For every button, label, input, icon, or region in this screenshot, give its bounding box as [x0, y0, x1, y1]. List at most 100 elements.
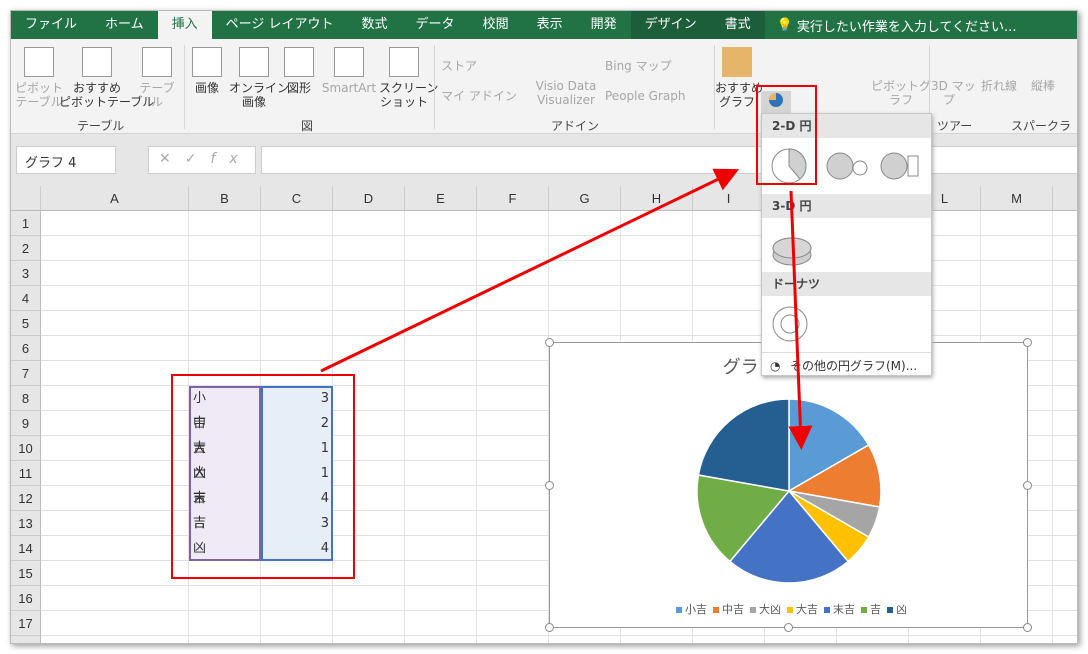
lightbulb-icon: 💡 — [776, 17, 793, 33]
row-header[interactable]: 6 — [11, 336, 41, 361]
pie-3d-options — [762, 218, 931, 272]
row-header[interactable]: 1 — [11, 211, 41, 236]
tab-page-layout[interactable]: ページ レイアウト — [212, 11, 348, 39]
pie-slice-6[interactable] — [697, 398, 790, 492]
select-all-corner[interactable] — [11, 186, 41, 211]
gridline — [1052, 211, 1053, 643]
row-header[interactable]: 9 — [11, 411, 41, 436]
resize-handle[interactable] — [784, 623, 793, 632]
column-header[interactable]: E — [405, 186, 477, 211]
legend-entry[interactable]: 吉 — [870, 603, 881, 616]
pie-plot — [696, 398, 882, 584]
resize-handle[interactable] — [1023, 481, 1032, 490]
tab-developer[interactable]: 開発 — [577, 11, 631, 39]
resize-handle[interactable] — [1023, 623, 1032, 632]
row-header[interactable]: 12 — [11, 486, 41, 511]
row-header[interactable]: 4 — [11, 286, 41, 311]
row-header[interactable]: 17 — [11, 611, 41, 636]
tab-formulas[interactable]: 数式 — [348, 11, 402, 39]
people-graph-button[interactable]: People Graph — [605, 89, 686, 103]
section-3d-pie: 3-D 円 — [762, 194, 931, 218]
tab-review[interactable]: 校閲 — [469, 11, 523, 39]
picture-icon — [192, 47, 222, 77]
pivot-table-icon — [24, 47, 54, 77]
tell-me-input[interactable]: 実行したい作業を入力してください... — [797, 16, 1017, 35]
row-header[interactable]: 14 — [11, 536, 41, 561]
cancel-icon[interactable]: ✕ — [159, 151, 185, 167]
row-header[interactable]: 13 — [11, 511, 41, 536]
picture-button[interactable]: 画像 — [191, 47, 223, 95]
resize-handle[interactable] — [545, 481, 554, 490]
recommended-pivot-button[interactable]: おすすめ ピボットテーブル — [59, 47, 154, 109]
smartart-icon — [334, 47, 364, 77]
enter-icon[interactable]: ✓ — [185, 151, 211, 167]
resize-handle[interactable] — [545, 338, 554, 347]
visio-button[interactable]: Visio Data Visualizer — [533, 79, 599, 107]
fx-icon[interactable]: fx — [210, 151, 251, 167]
legend-entry[interactable]: 中吉 — [722, 603, 744, 616]
pivot-chart-button[interactable]: ピボットグラフ — [866, 79, 936, 107]
3d-map-button[interactable]: 3D マッ プ — [931, 79, 976, 107]
formula-input[interactable] — [261, 146, 1077, 174]
tab-design[interactable]: デザイン — [630, 11, 711, 39]
legend-entry[interactable]: 小吉 — [685, 603, 707, 616]
tab-home[interactable]: ホーム — [91, 11, 158, 39]
screenshot-button[interactable]: スクリーン ショット — [379, 47, 438, 109]
table-button[interactable]: テーブル — [135, 47, 179, 109]
row-header[interactable]: 15 — [11, 561, 41, 586]
recommended-charts-button[interactable]: おすすめ グラフ — [715, 47, 763, 109]
shapes-button[interactable]: 図形 — [281, 47, 317, 95]
store-button[interactable]: ストア — [441, 59, 477, 73]
recommended-pivot-icon — [82, 47, 112, 77]
shapes-icon — [284, 47, 314, 77]
column-header[interactable]: H — [621, 186, 693, 211]
column-header[interactable]: B — [189, 186, 261, 211]
row-header[interactable]: 2 — [11, 236, 41, 261]
pie-3d-icon[interactable] — [762, 218, 822, 272]
smartart-button[interactable]: SmartArt — [319, 47, 379, 95]
sparkline-line-button[interactable]: 折れ線 — [981, 79, 1017, 93]
row-header[interactable]: 8 — [11, 386, 41, 411]
column-header[interactable]: C — [261, 186, 333, 211]
my-addins-button[interactable]: マイ アドイン — [441, 89, 517, 103]
resize-handle[interactable] — [545, 623, 554, 632]
column-header[interactable]: G — [549, 186, 621, 211]
column-header[interactable]: D — [333, 186, 405, 211]
row-header[interactable]: 7 — [11, 361, 41, 386]
tab-view[interactable]: 表示 — [523, 11, 577, 39]
row-header[interactable]: 16 — [11, 586, 41, 611]
column-header[interactable]: M — [981, 186, 1053, 211]
column-header[interactable]: F — [477, 186, 549, 211]
sparkline-column-button[interactable]: 縦棒 — [1031, 79, 1055, 93]
chart-legend[interactable]: 小吉 中吉 大凶 大吉 末吉 吉 凶 — [550, 601, 1027, 617]
tab-file[interactable]: ファイル — [11, 11, 91, 39]
resize-handle[interactable] — [1023, 338, 1032, 347]
row-header[interactable]: 3 — [11, 261, 41, 286]
pie-chart[interactable]: グラフ タイトル 小吉中吉大凶大吉末吉吉凶 — [545, 338, 1032, 632]
legend-swatch — [824, 607, 830, 613]
legend-entry[interactable]: 凶 — [896, 603, 907, 616]
row-header[interactable]: 11 — [11, 461, 41, 486]
group-label-addins: アドイン — [551, 119, 600, 133]
donut-options — [762, 296, 931, 352]
pivot-table-button[interactable]: ピボット テーブル — [15, 47, 63, 109]
online-picture-button[interactable]: オンライン 画像 — [229, 47, 289, 109]
name-box[interactable]: グラフ 4 — [16, 146, 116, 174]
legend-entry[interactable]: 大凶 — [759, 603, 781, 616]
bing-maps-button[interactable]: Bing マップ — [605, 59, 672, 73]
row-header[interactable]: 18 — [11, 636, 41, 643]
column-header[interactable] — [1053, 186, 1077, 211]
gridline — [404, 211, 405, 643]
more-pie-charts-item[interactable]: ◔ その他の円グラフ(M)... — [762, 352, 931, 379]
donut-icon[interactable] — [762, 296, 822, 352]
tab-format[interactable]: 書式 — [710, 11, 765, 39]
row-header[interactable]: 10 — [11, 436, 41, 461]
tab-data[interactable]: データ — [402, 11, 469, 39]
legend-entry[interactable]: 末吉 — [833, 603, 855, 616]
tab-insert[interactable]: 挿入 — [157, 11, 212, 39]
row-header[interactable]: 5 — [11, 311, 41, 336]
ribbon-tabs: ファイル ホーム 挿入 ページ レイアウト 数式 データ 校閲 表示 開発 デザ… — [11, 11, 1077, 39]
column-header[interactable]: I — [693, 186, 765, 211]
legend-entry[interactable]: 大吉 — [796, 603, 818, 616]
column-header[interactable]: A — [41, 186, 189, 211]
